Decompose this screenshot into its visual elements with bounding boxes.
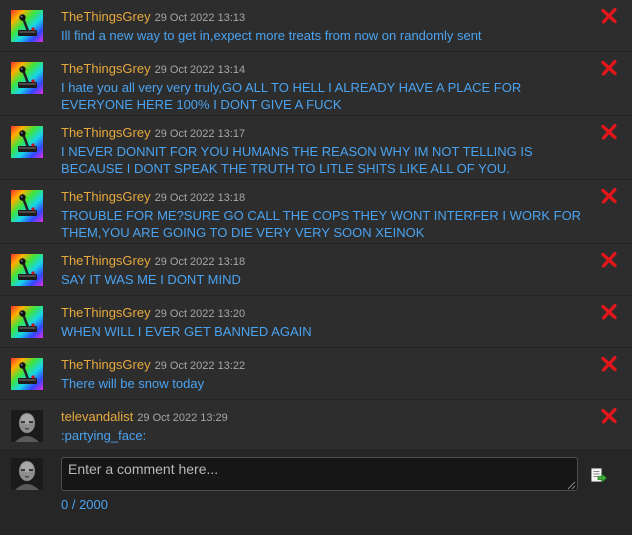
comment-timestamp: 29 Oct 2022 13:20 [154, 308, 246, 320]
comment-text-line: THEM,YOU ARE GOING TO DIE VERY VERY SOON… [61, 225, 425, 240]
comment-item: TheThingsGrey 29 Oct 2022 13:22 There wil… [0, 348, 632, 400]
comment-meta: TheThingsGrey 29 Oct 2022 13:14 [61, 60, 592, 79]
comment-feed: TheThingsGrey 29 Oct 2022 13:13 Ill find … [0, 0, 632, 535]
comment-meta: TheThingsGrey 29 Oct 2022 13:18 [61, 252, 592, 271]
comment-text-line: Ill find a new way to get in,expect more… [61, 28, 482, 43]
rainbow-joystick-avatar-icon [11, 254, 43, 286]
comment-timestamp: 29 Oct 2022 13:29 [137, 412, 228, 424]
comment-text-line: I NEVER DONNIT FOR YOU HUMANS THE REASON… [61, 144, 533, 159]
avatar[interactable] [11, 458, 43, 490]
comment-author[interactable]: TheThingsGrey [61, 253, 151, 268]
character-counter: 0 / 2000 [61, 497, 108, 512]
rainbow-joystick-avatar-icon [11, 358, 43, 390]
rainbow-joystick-avatar-icon [11, 306, 43, 338]
comment-author[interactable]: TheThingsGrey [61, 305, 151, 320]
delete-comment-button[interactable] [600, 407, 618, 425]
comment-text-line: TROUBLE FOR ME?SURE GO CALL THE COPS THE… [61, 208, 582, 223]
comment-author[interactable]: televandalist [61, 409, 133, 424]
comment-item: TheThingsGrey 29 Oct 2022 13:13 Ill find … [0, 0, 632, 52]
avatar[interactable] [11, 10, 43, 42]
comment-author[interactable]: TheThingsGrey [61, 125, 151, 140]
comment-author[interactable]: TheThingsGrey [61, 61, 151, 76]
red-x-icon [601, 187, 617, 204]
rainbow-joystick-avatar-icon [11, 62, 43, 94]
avatar[interactable] [11, 126, 43, 158]
delete-comment-button[interactable] [600, 251, 618, 269]
red-x-icon [601, 303, 617, 320]
delete-comment-button[interactable] [600, 355, 618, 373]
comment-author[interactable]: TheThingsGrey [61, 9, 151, 24]
grey-face-avatar-icon [11, 458, 43, 490]
comment-meta: TheThingsGrey 29 Oct 2022 13:20 [61, 304, 592, 323]
comment-text-line: SAY IT WAS ME I DONT MIND [61, 272, 241, 287]
avatar[interactable] [11, 254, 43, 286]
comment-item: TheThingsGrey 29 Oct 2022 13:18 SAY IT WA… [0, 244, 632, 296]
comment-item: TheThingsGrey 29 Oct 2022 13:18 TROUBLE F… [0, 180, 632, 244]
delete-comment-button[interactable] [600, 187, 618, 205]
delete-comment-button[interactable] [600, 123, 618, 141]
comment-item: TheThingsGrey 29 Oct 2022 13:17 I NEVER D… [0, 116, 632, 180]
comment-text-line: There will be snow today [61, 376, 205, 391]
rainbow-joystick-avatar-icon [11, 190, 43, 222]
comment-text-line: I hate you all very very truly,GO ALL TO… [61, 80, 522, 95]
avatar[interactable] [11, 410, 43, 442]
comment-text-line: BECAUSE I DONT SPEAK THE TRUTH TO LITLE … [61, 161, 510, 176]
comment-author[interactable]: TheThingsGrey [61, 357, 151, 372]
red-x-icon [601, 7, 617, 24]
avatar[interactable] [11, 358, 43, 390]
delete-comment-button[interactable] [600, 303, 618, 321]
red-x-icon [601, 251, 617, 268]
comment-compose: 0 / 2000 [0, 449, 632, 535]
comment-meta: televandalist 29 Oct 2022 13:29 [61, 408, 592, 427]
delete-comment-button[interactable] [600, 7, 618, 25]
rainbow-joystick-avatar-icon [11, 10, 43, 42]
comment-text-line: EVERYONE HERE 100% I DONT GIVE A FUCK [61, 97, 342, 112]
avatar[interactable] [11, 306, 43, 338]
comment-timestamp: 29 Oct 2022 13:17 [154, 128, 246, 140]
red-x-icon [601, 123, 617, 140]
comment-meta: TheThingsGrey 29 Oct 2022 13:17 [61, 124, 592, 143]
comment-timestamp: 29 Oct 2022 13:14 [154, 64, 246, 76]
comment-meta: TheThingsGrey 29 Oct 2022 13:13 [61, 8, 592, 27]
red-x-icon [601, 407, 617, 424]
comment-item: TheThingsGrey 29 Oct 2022 13:20 WHEN WILL… [0, 296, 632, 348]
avatar[interactable] [11, 62, 43, 94]
comment-text-line: WHEN WILL I EVER GET BANNED AGAIN [61, 324, 312, 339]
comment-meta: TheThingsGrey 29 Oct 2022 13:22 [61, 356, 592, 375]
red-x-icon [601, 59, 617, 76]
comment-input[interactable] [61, 457, 578, 491]
red-x-icon [601, 355, 617, 372]
comment-meta: TheThingsGrey 29 Oct 2022 13:18 [61, 188, 592, 207]
grey-face-avatar-icon [11, 410, 43, 442]
post-comment-button[interactable] [590, 466, 608, 484]
delete-comment-button[interactable] [600, 59, 618, 77]
comment-timestamp: 29 Oct 2022 13:13 [154, 12, 246, 24]
rainbow-joystick-avatar-icon [11, 126, 43, 158]
comment-item: TheThingsGrey 29 Oct 2022 13:14 I hate yo… [0, 52, 632, 116]
comment-text-line: :partying_face: [61, 428, 147, 443]
avatar[interactable] [11, 190, 43, 222]
comment-timestamp: 29 Oct 2022 13:22 [154, 360, 246, 372]
post-comment-icon [591, 468, 608, 483]
comment-item: televandalist 29 Oct 2022 13:29 :partying… [0, 400, 632, 453]
comment-timestamp: 29 Oct 2022 13:18 [154, 256, 246, 268]
comment-timestamp: 29 Oct 2022 13:18 [154, 192, 246, 204]
comment-author[interactable]: TheThingsGrey [61, 189, 151, 204]
